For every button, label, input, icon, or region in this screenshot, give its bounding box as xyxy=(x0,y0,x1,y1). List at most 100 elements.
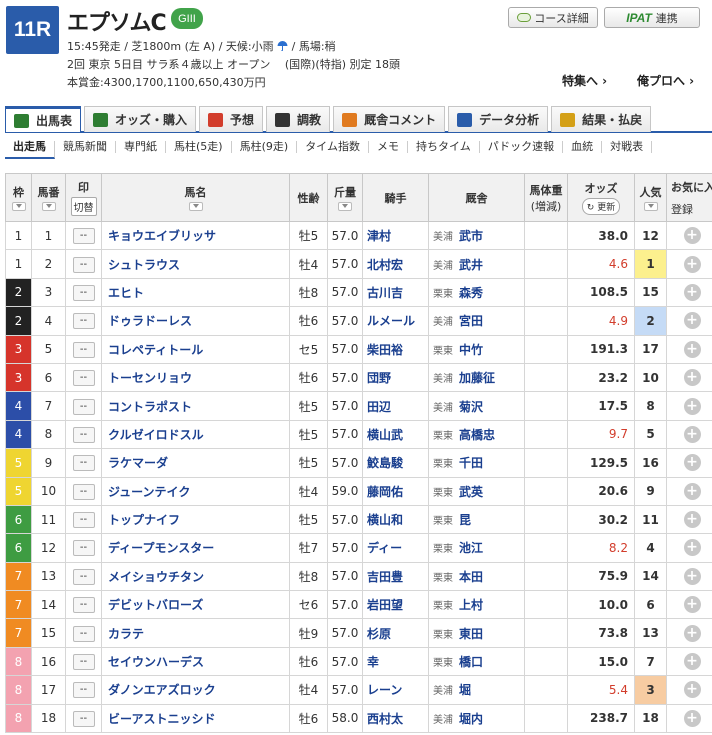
add-favorite-icon[interactable]: + xyxy=(683,539,701,557)
odds-refresh-button[interactable]: ↻ 更新 xyxy=(581,198,621,215)
jockey-link[interactable]: 横山和 xyxy=(362,504,429,535)
mark-select[interactable]: -- xyxy=(72,682,95,699)
tab-ticket[interactable]: オッズ・購入 xyxy=(84,106,197,132)
horse-name-link[interactable]: セイウンハーデス xyxy=(101,646,290,677)
subnav-item[interactable]: 馬柱(5走) xyxy=(166,141,232,153)
subnav-item[interactable]: 持ちタイム xyxy=(408,141,480,153)
add-favorite-icon[interactable]: + xyxy=(683,454,701,472)
subnav-item[interactable]: メモ xyxy=(369,141,408,153)
trainer-link[interactable]: 宮田 xyxy=(459,314,483,328)
horse-name-link[interactable]: トーセンリョウ xyxy=(101,362,290,393)
tab-target[interactable]: 予想 xyxy=(199,106,264,132)
horse-name-link[interactable]: カラテ xyxy=(101,618,290,648)
add-favorite-icon[interactable]: + xyxy=(683,681,701,699)
horse-name-link[interactable]: デビットバローズ xyxy=(101,590,290,620)
add-favorite-icon[interactable]: + xyxy=(683,624,701,642)
jockey-link[interactable]: 杉原 xyxy=(362,618,429,648)
add-favorite-icon[interactable]: + xyxy=(683,709,701,727)
trainer-link[interactable]: 橋口 xyxy=(459,655,483,669)
mark-select[interactable]: -- xyxy=(72,284,95,301)
horse-name-link[interactable]: ドゥラドーレス xyxy=(101,306,290,336)
add-favorite-icon[interactable]: + xyxy=(683,425,701,443)
trainer-link[interactable]: 千田 xyxy=(459,456,483,470)
tab-bar-chart[interactable]: データ分析 xyxy=(448,106,549,132)
col-pop[interactable]: 人気 xyxy=(634,173,667,222)
add-favorite-icon[interactable]: + xyxy=(683,255,701,273)
horse-name-link[interactable]: シュトラウス xyxy=(101,249,290,279)
trainer-link[interactable]: 堀内 xyxy=(459,712,483,726)
sort-icon[interactable] xyxy=(41,202,56,211)
add-favorite-icon[interactable]: + xyxy=(683,283,701,301)
tab-coins[interactable]: 結果・払戻 xyxy=(551,106,652,132)
tab-stopwatch[interactable]: 調教 xyxy=(266,106,331,132)
horse-name-link[interactable]: ディープモンスター xyxy=(101,533,290,563)
add-favorite-icon[interactable]: + xyxy=(683,596,701,614)
subnav-item[interactable]: パドック速報 xyxy=(480,141,564,153)
trainer-link[interactable]: 武井 xyxy=(459,258,483,272)
subnav-item[interactable]: 専門紙 xyxy=(116,141,166,153)
sort-icon[interactable] xyxy=(188,202,203,211)
trainer-link[interactable]: 本田 xyxy=(459,570,483,584)
horse-name-link[interactable]: エヒト xyxy=(101,277,290,308)
sort-icon[interactable] xyxy=(643,202,658,211)
col-weight[interactable]: 斤量 xyxy=(327,173,363,222)
jockey-link[interactable]: 藤岡佑 xyxy=(362,476,429,506)
trainer-link[interactable]: 武英 xyxy=(459,485,483,499)
horse-name-link[interactable]: メイショウチタン xyxy=(101,561,290,592)
mark-select[interactable]: -- xyxy=(72,597,95,614)
sort-icon[interactable] xyxy=(338,202,352,211)
jockey-link[interactable]: ルメール xyxy=(362,306,429,336)
jockey-link[interactable]: 鮫島駿 xyxy=(362,448,429,478)
mark-select[interactable]: -- xyxy=(72,483,95,500)
trainer-link[interactable]: 加藤征 xyxy=(459,371,495,385)
ipat-link-button[interactable]: IPAT 連携 xyxy=(604,7,700,28)
trainer-link[interactable]: 堀 xyxy=(459,683,471,697)
trainer-link[interactable]: 上村 xyxy=(459,598,483,612)
col-horse[interactable]: 馬名 xyxy=(101,173,290,222)
jockey-link[interactable]: 古川吉 xyxy=(362,277,429,308)
trainer-link[interactable]: 東田 xyxy=(459,627,483,641)
horse-name-link[interactable]: ダノンエアズロック xyxy=(101,675,290,705)
horse-name-link[interactable]: トップナイフ xyxy=(101,504,290,535)
jockey-link[interactable]: レーン xyxy=(362,675,429,705)
trainer-link[interactable]: 菊沢 xyxy=(459,400,483,414)
jockey-link[interactable]: 横山武 xyxy=(362,419,429,450)
add-favorite-icon[interactable]: + xyxy=(683,397,701,415)
mark-select[interactable]: -- xyxy=(72,625,95,642)
subnav-item[interactable]: 馬柱(9走) xyxy=(232,141,298,153)
feature-link[interactable]: 特集へ › xyxy=(562,72,607,89)
add-favorite-icon[interactable]: + xyxy=(683,482,701,500)
mark-select[interactable]: -- xyxy=(72,540,95,557)
mark-select[interactable]: -- xyxy=(72,654,95,671)
ore-pro-link[interactable]: 俺プロへ › xyxy=(637,72,694,89)
trainer-link[interactable]: 武市 xyxy=(459,229,483,243)
jockey-link[interactable]: 吉田豊 xyxy=(362,561,429,592)
mark-select[interactable]: -- xyxy=(72,426,95,443)
jockey-link[interactable]: 団野 xyxy=(362,362,429,393)
mark-select[interactable]: -- xyxy=(72,455,95,472)
add-favorite-icon[interactable]: + xyxy=(683,511,701,529)
jockey-link[interactable]: 幸 xyxy=(362,646,429,677)
horse-name-link[interactable]: クルゼイロドスル xyxy=(101,419,290,450)
course-detail-button[interactable]: コース詳細 xyxy=(508,7,598,28)
add-favorite-icon[interactable]: + xyxy=(683,340,701,358)
mark-select[interactable]: -- xyxy=(72,370,95,387)
tab-stable[interactable]: 厩舎コメント xyxy=(333,106,446,132)
subnav-item[interactable]: 血統 xyxy=(563,141,603,153)
horse-name-link[interactable]: コントラポスト xyxy=(101,391,290,421)
mark-select[interactable]: -- xyxy=(72,256,95,273)
jockey-link[interactable]: 北村宏 xyxy=(362,249,429,279)
sort-icon[interactable] xyxy=(11,202,26,211)
add-favorite-icon[interactable]: + xyxy=(683,369,701,387)
add-favorite-icon[interactable]: + xyxy=(683,653,701,671)
horse-name-link[interactable]: ジューンテイク xyxy=(101,476,290,506)
col-umaban[interactable]: 馬番 xyxy=(31,173,66,222)
mark-select[interactable]: -- xyxy=(72,398,95,415)
jockey-link[interactable]: 柴田裕 xyxy=(362,334,429,364)
jockey-link[interactable]: 津村 xyxy=(362,220,429,251)
horse-name-link[interactable]: コレペティトール xyxy=(101,334,290,364)
trainer-link[interactable]: 森秀 xyxy=(459,286,483,300)
subnav-item[interactable]: 出走馬 xyxy=(5,141,55,159)
mark-select[interactable]: -- xyxy=(72,568,95,585)
horse-name-link[interactable]: ラケマーダ xyxy=(101,448,290,478)
